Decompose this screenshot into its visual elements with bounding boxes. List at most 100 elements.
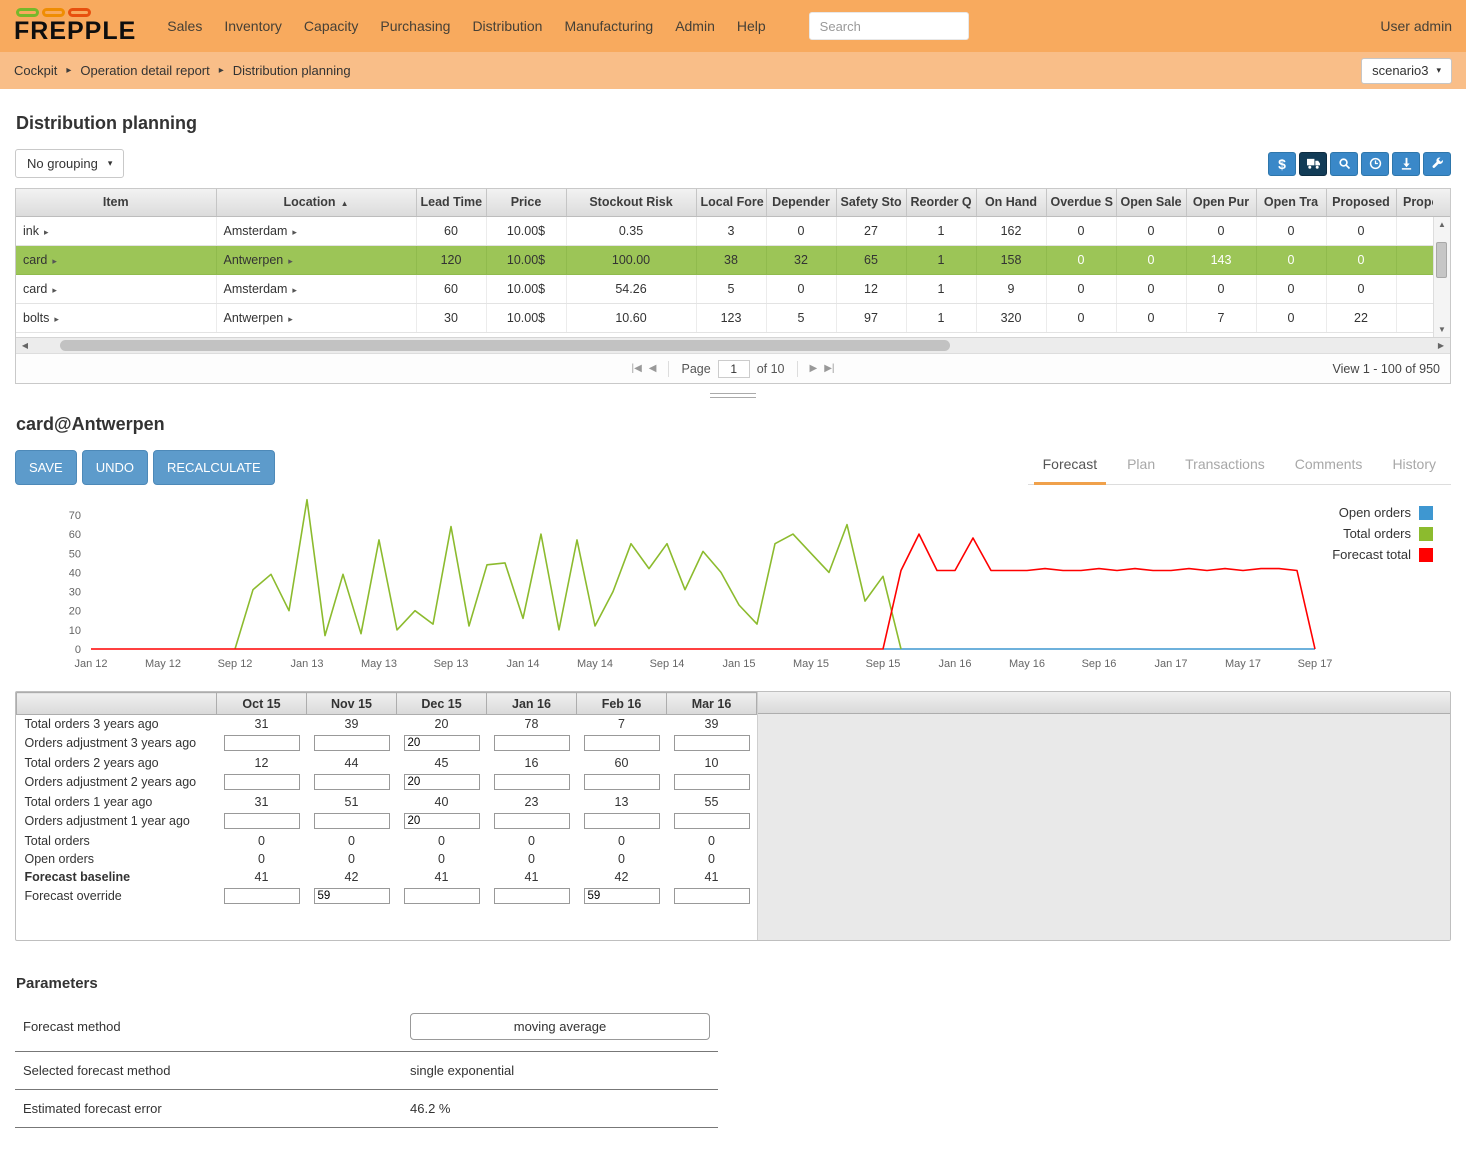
save-button[interactable]: SAVE bbox=[15, 450, 77, 485]
column-header-open-pur[interactable]: Open Pur bbox=[1186, 189, 1256, 216]
location-cell[interactable]: Amsterdam▸ bbox=[216, 216, 416, 245]
nav-item-purchasing[interactable]: Purchasing bbox=[380, 18, 450, 34]
user-menu[interactable]: User admin bbox=[1380, 18, 1452, 34]
column-header-lead-time[interactable]: Lead Time bbox=[416, 189, 486, 216]
forecast-input[interactable] bbox=[674, 813, 750, 829]
pager-last-icon[interactable]: ▶| bbox=[824, 363, 834, 374]
forecast-input[interactable] bbox=[584, 888, 660, 904]
nav-item-sales[interactable]: Sales bbox=[167, 18, 202, 34]
wrench-icon[interactable] bbox=[1423, 152, 1451, 176]
table-row[interactable]: card▸Amsterdam▸6010.00$54.2650121900000 bbox=[16, 274, 1434, 303]
forecast-input[interactable] bbox=[584, 813, 660, 829]
search-input[interactable] bbox=[809, 12, 969, 40]
item-cell[interactable]: card▸ bbox=[16, 245, 216, 274]
nav-item-inventory[interactable]: Inventory bbox=[224, 18, 282, 34]
horizontal-scrollbar[interactable]: ◀ ▶ bbox=[16, 337, 1450, 353]
scroll-up-icon[interactable]: ▲ bbox=[1438, 217, 1446, 232]
undo-button[interactable]: UNDO bbox=[82, 450, 148, 485]
drilldown-caret-icon[interactable]: ▸ bbox=[52, 285, 57, 295]
nav-item-help[interactable]: Help bbox=[737, 18, 766, 34]
forecast-input[interactable] bbox=[404, 888, 480, 904]
column-header-open-sale[interactable]: Open Sale bbox=[1116, 189, 1186, 216]
nav-item-distribution[interactable]: Distribution bbox=[472, 18, 542, 34]
tab-comments[interactable]: Comments bbox=[1280, 448, 1378, 484]
forecast-input[interactable] bbox=[314, 774, 390, 790]
scroll-left-icon[interactable]: ◀ bbox=[16, 341, 34, 350]
forecast-input[interactable] bbox=[314, 735, 390, 751]
column-header-reorder-q[interactable]: Reorder Q bbox=[906, 189, 976, 216]
drilldown-caret-icon[interactable]: ▸ bbox=[292, 285, 297, 295]
pager-prev-icon[interactable]: ◀ bbox=[649, 363, 657, 374]
nav-item-capacity[interactable]: Capacity bbox=[304, 18, 358, 34]
pager-next-icon[interactable]: ▶ bbox=[810, 363, 818, 374]
drilldown-caret-icon[interactable]: ▸ bbox=[288, 314, 293, 324]
drilldown-caret-icon[interactable]: ▸ bbox=[52, 256, 57, 266]
item-cell[interactable]: bolts▸ bbox=[16, 303, 216, 332]
vertical-scroll-thumb[interactable] bbox=[1436, 242, 1447, 278]
tab-transactions[interactable]: Transactions bbox=[1170, 448, 1280, 484]
breadcrumb-item[interactable]: Cockpit bbox=[14, 63, 57, 78]
column-header-stockout-risk[interactable]: Stockout Risk bbox=[566, 189, 696, 216]
forecast-input[interactable] bbox=[584, 735, 660, 751]
frepple-logo[interactable]: FREPPLE bbox=[14, 7, 136, 44]
horizontal-scroll-track[interactable] bbox=[34, 338, 1432, 353]
forecast-method-button[interactable]: moving average bbox=[410, 1013, 710, 1040]
nav-item-manufacturing[interactable]: Manufacturing bbox=[564, 18, 653, 34]
column-header-open-tra[interactable]: Open Tra bbox=[1256, 189, 1326, 216]
tab-plan[interactable]: Plan bbox=[1112, 448, 1170, 484]
currency-icon[interactable]: $ bbox=[1268, 152, 1296, 176]
vertical-scrollbar[interactable]: ▲ ▼ bbox=[1433, 217, 1450, 337]
breadcrumb-item[interactable]: Operation detail report bbox=[80, 63, 209, 78]
forecast-input[interactable] bbox=[674, 735, 750, 751]
forecast-input[interactable] bbox=[674, 888, 750, 904]
tab-forecast[interactable]: Forecast bbox=[1028, 448, 1112, 484]
forecast-input[interactable] bbox=[404, 813, 480, 829]
location-cell[interactable]: Amsterdam▸ bbox=[216, 274, 416, 303]
search-icon[interactable] bbox=[1330, 152, 1358, 176]
breadcrumb-item[interactable]: Distribution planning bbox=[233, 63, 351, 78]
table-row[interactable]: ink▸Amsterdam▸6010.00$0.353027116200000 bbox=[16, 216, 1434, 245]
forecast-input[interactable] bbox=[224, 813, 300, 829]
forecast-input[interactable] bbox=[314, 888, 390, 904]
column-header-depender[interactable]: Depender bbox=[766, 189, 836, 216]
forecast-input[interactable] bbox=[494, 774, 570, 790]
column-header-propose[interactable]: Propose bbox=[1396, 189, 1434, 216]
splitter-handle[interactable] bbox=[710, 393, 756, 398]
item-cell[interactable]: ink▸ bbox=[16, 216, 216, 245]
drilldown-caret-icon[interactable]: ▸ bbox=[288, 256, 293, 266]
table-row[interactable]: bolts▸Antwerpen▸3010.00$10.6012359713200… bbox=[16, 303, 1434, 332]
column-header-safety-sto[interactable]: Safety Sto bbox=[836, 189, 906, 216]
forecast-input[interactable] bbox=[224, 774, 300, 790]
forecast-input[interactable] bbox=[224, 735, 300, 751]
column-header-price[interactable]: Price bbox=[486, 189, 566, 216]
column-header-item[interactable]: Item bbox=[16, 189, 216, 216]
forecast-input[interactable] bbox=[494, 813, 570, 829]
forecast-input[interactable] bbox=[404, 774, 480, 790]
forecast-input[interactable] bbox=[404, 735, 480, 751]
vertical-scroll-track[interactable] bbox=[1434, 232, 1450, 322]
forecast-input[interactable] bbox=[494, 735, 570, 751]
column-header-location[interactable]: Location▲ bbox=[216, 189, 416, 216]
item-cell[interactable]: card▸ bbox=[16, 274, 216, 303]
recalculate-button[interactable]: RECALCULATE bbox=[153, 450, 275, 485]
clock-icon[interactable] bbox=[1361, 152, 1389, 176]
scroll-right-icon[interactable]: ▶ bbox=[1432, 341, 1450, 350]
drilldown-caret-icon[interactable]: ▸ bbox=[54, 314, 59, 324]
column-header-on-hand[interactable]: On Hand bbox=[976, 189, 1046, 216]
forecast-input[interactable] bbox=[224, 888, 300, 904]
forecast-input[interactable] bbox=[314, 813, 390, 829]
forecast-input[interactable] bbox=[674, 774, 750, 790]
nav-item-admin[interactable]: Admin bbox=[675, 18, 715, 34]
truck-icon[interactable] bbox=[1299, 152, 1327, 176]
pager-first-icon[interactable]: |◀ bbox=[631, 363, 641, 374]
horizontal-scroll-thumb[interactable] bbox=[60, 340, 950, 351]
drilldown-caret-icon[interactable]: ▸ bbox=[44, 227, 49, 237]
column-header-local-fore[interactable]: Local Fore bbox=[696, 189, 766, 216]
tab-history[interactable]: History bbox=[1377, 448, 1451, 484]
location-cell[interactable]: Antwerpen▸ bbox=[216, 245, 416, 274]
grouping-dropdown[interactable]: No grouping ▾ bbox=[15, 149, 124, 178]
forecast-input[interactable] bbox=[494, 888, 570, 904]
column-header-overdue-s[interactable]: Overdue S bbox=[1046, 189, 1116, 216]
forecast-input[interactable] bbox=[584, 774, 660, 790]
download-icon[interactable] bbox=[1392, 152, 1420, 176]
